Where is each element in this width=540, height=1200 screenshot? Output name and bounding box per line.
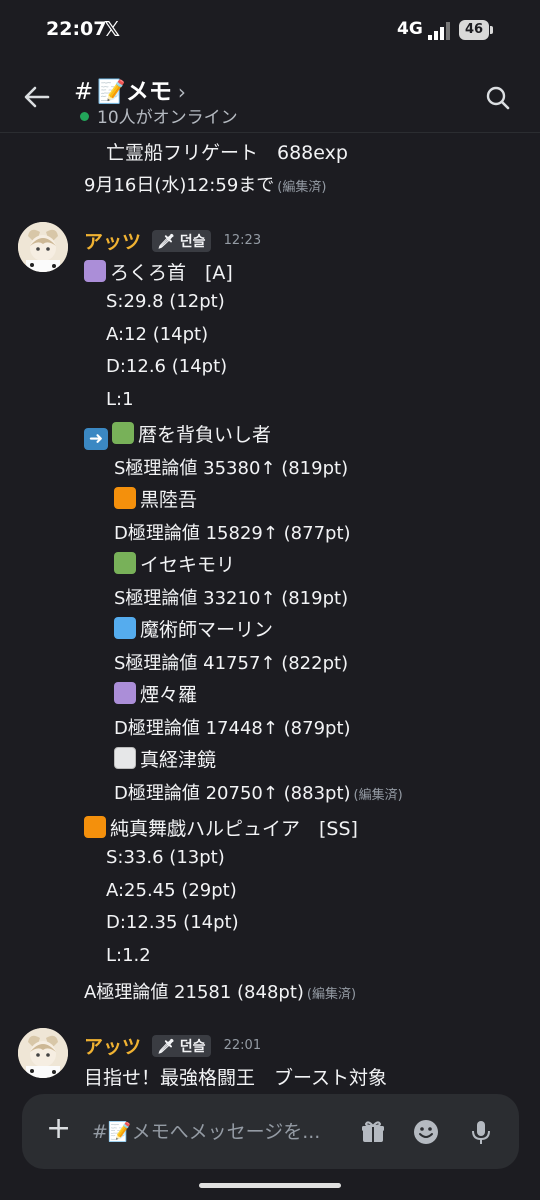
orange-square-icon xyxy=(84,816,106,838)
message-line: D極理論値 15829↑ (877pt) xyxy=(114,523,351,544)
avatar[interactable] xyxy=(18,222,68,272)
online-count: 10人がオンライン xyxy=(80,103,238,128)
message-line: A:25.45 (29pt) xyxy=(106,880,237,901)
x-logo-icon: 𝕏 xyxy=(104,17,121,41)
message-line: 目指せ！最強格闘王 ブースト対象 xyxy=(84,1067,388,1089)
avatar[interactable] xyxy=(18,1028,68,1078)
purple-square-icon xyxy=(84,260,106,282)
message-line: S極理論値 33210↑ (819pt) xyxy=(114,588,349,609)
mic-icon[interactable] xyxy=(467,1118,495,1146)
online-dot-icon xyxy=(80,112,89,121)
plus-icon[interactable]: + xyxy=(46,1114,71,1144)
author-name[interactable]: アッツ xyxy=(84,1036,141,1058)
avatar-image-icon xyxy=(18,222,68,272)
message-line: D:12.35 (14pt) xyxy=(106,912,239,933)
message-line: L:1 xyxy=(106,389,134,410)
channel-header: # 📝メモ › 10人がオンライン xyxy=(0,62,540,133)
status-bar: 22:07 𝕏 4G 46 xyxy=(0,0,540,62)
message-line: 真経津鏡 xyxy=(114,745,216,772)
message-line: A:12 (14pt) xyxy=(106,324,209,345)
author-name[interactable]: アッツ xyxy=(84,231,141,253)
server-tag[interactable]: 🗡 던슬 xyxy=(152,1034,211,1057)
message-composer: + xyxy=(22,1094,519,1169)
avatar-image-icon xyxy=(18,1028,68,1078)
white-square-icon xyxy=(114,747,136,769)
message-line: 9月16日(水)12:59まで (編集済) xyxy=(84,175,327,196)
emoji-icon[interactable] xyxy=(412,1118,440,1146)
message-line: 亡霊船フリゲート 688exp xyxy=(106,142,348,164)
message-list[interactable]: 亡霊船フリゲート 688exp 9月16日(水)12:59まで (編集済) アッツ… xyxy=(0,133,540,1095)
edited-label: (編集済) xyxy=(353,788,403,803)
message-header: アッツ 🗡 던슬 12:23 xyxy=(84,227,261,253)
chevron-right-icon: › xyxy=(177,80,186,104)
message-line: 魔術師マーリン xyxy=(114,615,273,642)
message-line: ろくろ首 [A] xyxy=(84,258,233,285)
blue-square-icon xyxy=(114,617,136,639)
green-square-icon xyxy=(114,552,136,574)
purple-square-icon xyxy=(114,682,136,704)
orange-square-icon xyxy=(114,487,136,509)
server-tag[interactable]: 🗡 던슬 xyxy=(152,229,211,252)
gift-icon[interactable] xyxy=(359,1118,387,1146)
message-line: 黒陸吾 xyxy=(114,485,197,512)
right-arrow-icon: ➜ xyxy=(84,428,108,450)
battery-icon: 46 xyxy=(459,20,493,40)
message-time: 12:23 xyxy=(223,233,262,248)
message-line: D極理論値 20750↑ (883pt) (編集済) xyxy=(114,783,403,804)
message-line: ➜ 暦を背負いし者 xyxy=(84,420,271,450)
message-line: S:29.8 (12pt) xyxy=(106,291,225,312)
status-time: 22:07 xyxy=(46,18,107,40)
online-text: 10人がオンライン xyxy=(97,108,238,128)
message-line: 純真舞戯ハルピュイア [SS] xyxy=(84,814,358,841)
message-line: A極理論値 21581 (848pt) (編集済) xyxy=(84,982,357,1003)
message-line: S極理論値 35380↑ (819pt) xyxy=(114,458,349,479)
search-icon[interactable] xyxy=(484,84,512,112)
message-line: 煙々羅 xyxy=(114,680,197,707)
message-input[interactable] xyxy=(90,1116,354,1148)
message-line: L:1.2 xyxy=(106,945,151,966)
hash-icon: # xyxy=(74,79,94,105)
signal-icon xyxy=(428,22,450,40)
channel-title[interactable]: # 📝メモ › xyxy=(74,72,186,106)
message-header: アッツ 🗡 던슬 22:01 xyxy=(84,1032,261,1058)
channel-name: メモ xyxy=(125,79,172,105)
memo-emoji-icon: 📝 xyxy=(97,79,126,105)
edited-label: (編集済) xyxy=(306,987,357,1002)
message-line: D:12.6 (14pt) xyxy=(106,356,228,377)
home-indicator[interactable] xyxy=(199,1183,341,1188)
message-line: S極理論値 41757↑ (822pt) xyxy=(114,653,349,674)
message-line: イセキモリ xyxy=(114,550,235,577)
message-time: 22:01 xyxy=(223,1038,262,1053)
back-arrow-icon[interactable] xyxy=(22,82,52,112)
message-line: D極理論値 17448↑ (879pt) xyxy=(114,718,351,739)
edited-label: (編集済) xyxy=(277,180,327,195)
message-line: S:33.6 (13pt) xyxy=(106,847,225,868)
green-square-icon xyxy=(112,422,134,444)
network-type: 4G xyxy=(397,19,423,39)
